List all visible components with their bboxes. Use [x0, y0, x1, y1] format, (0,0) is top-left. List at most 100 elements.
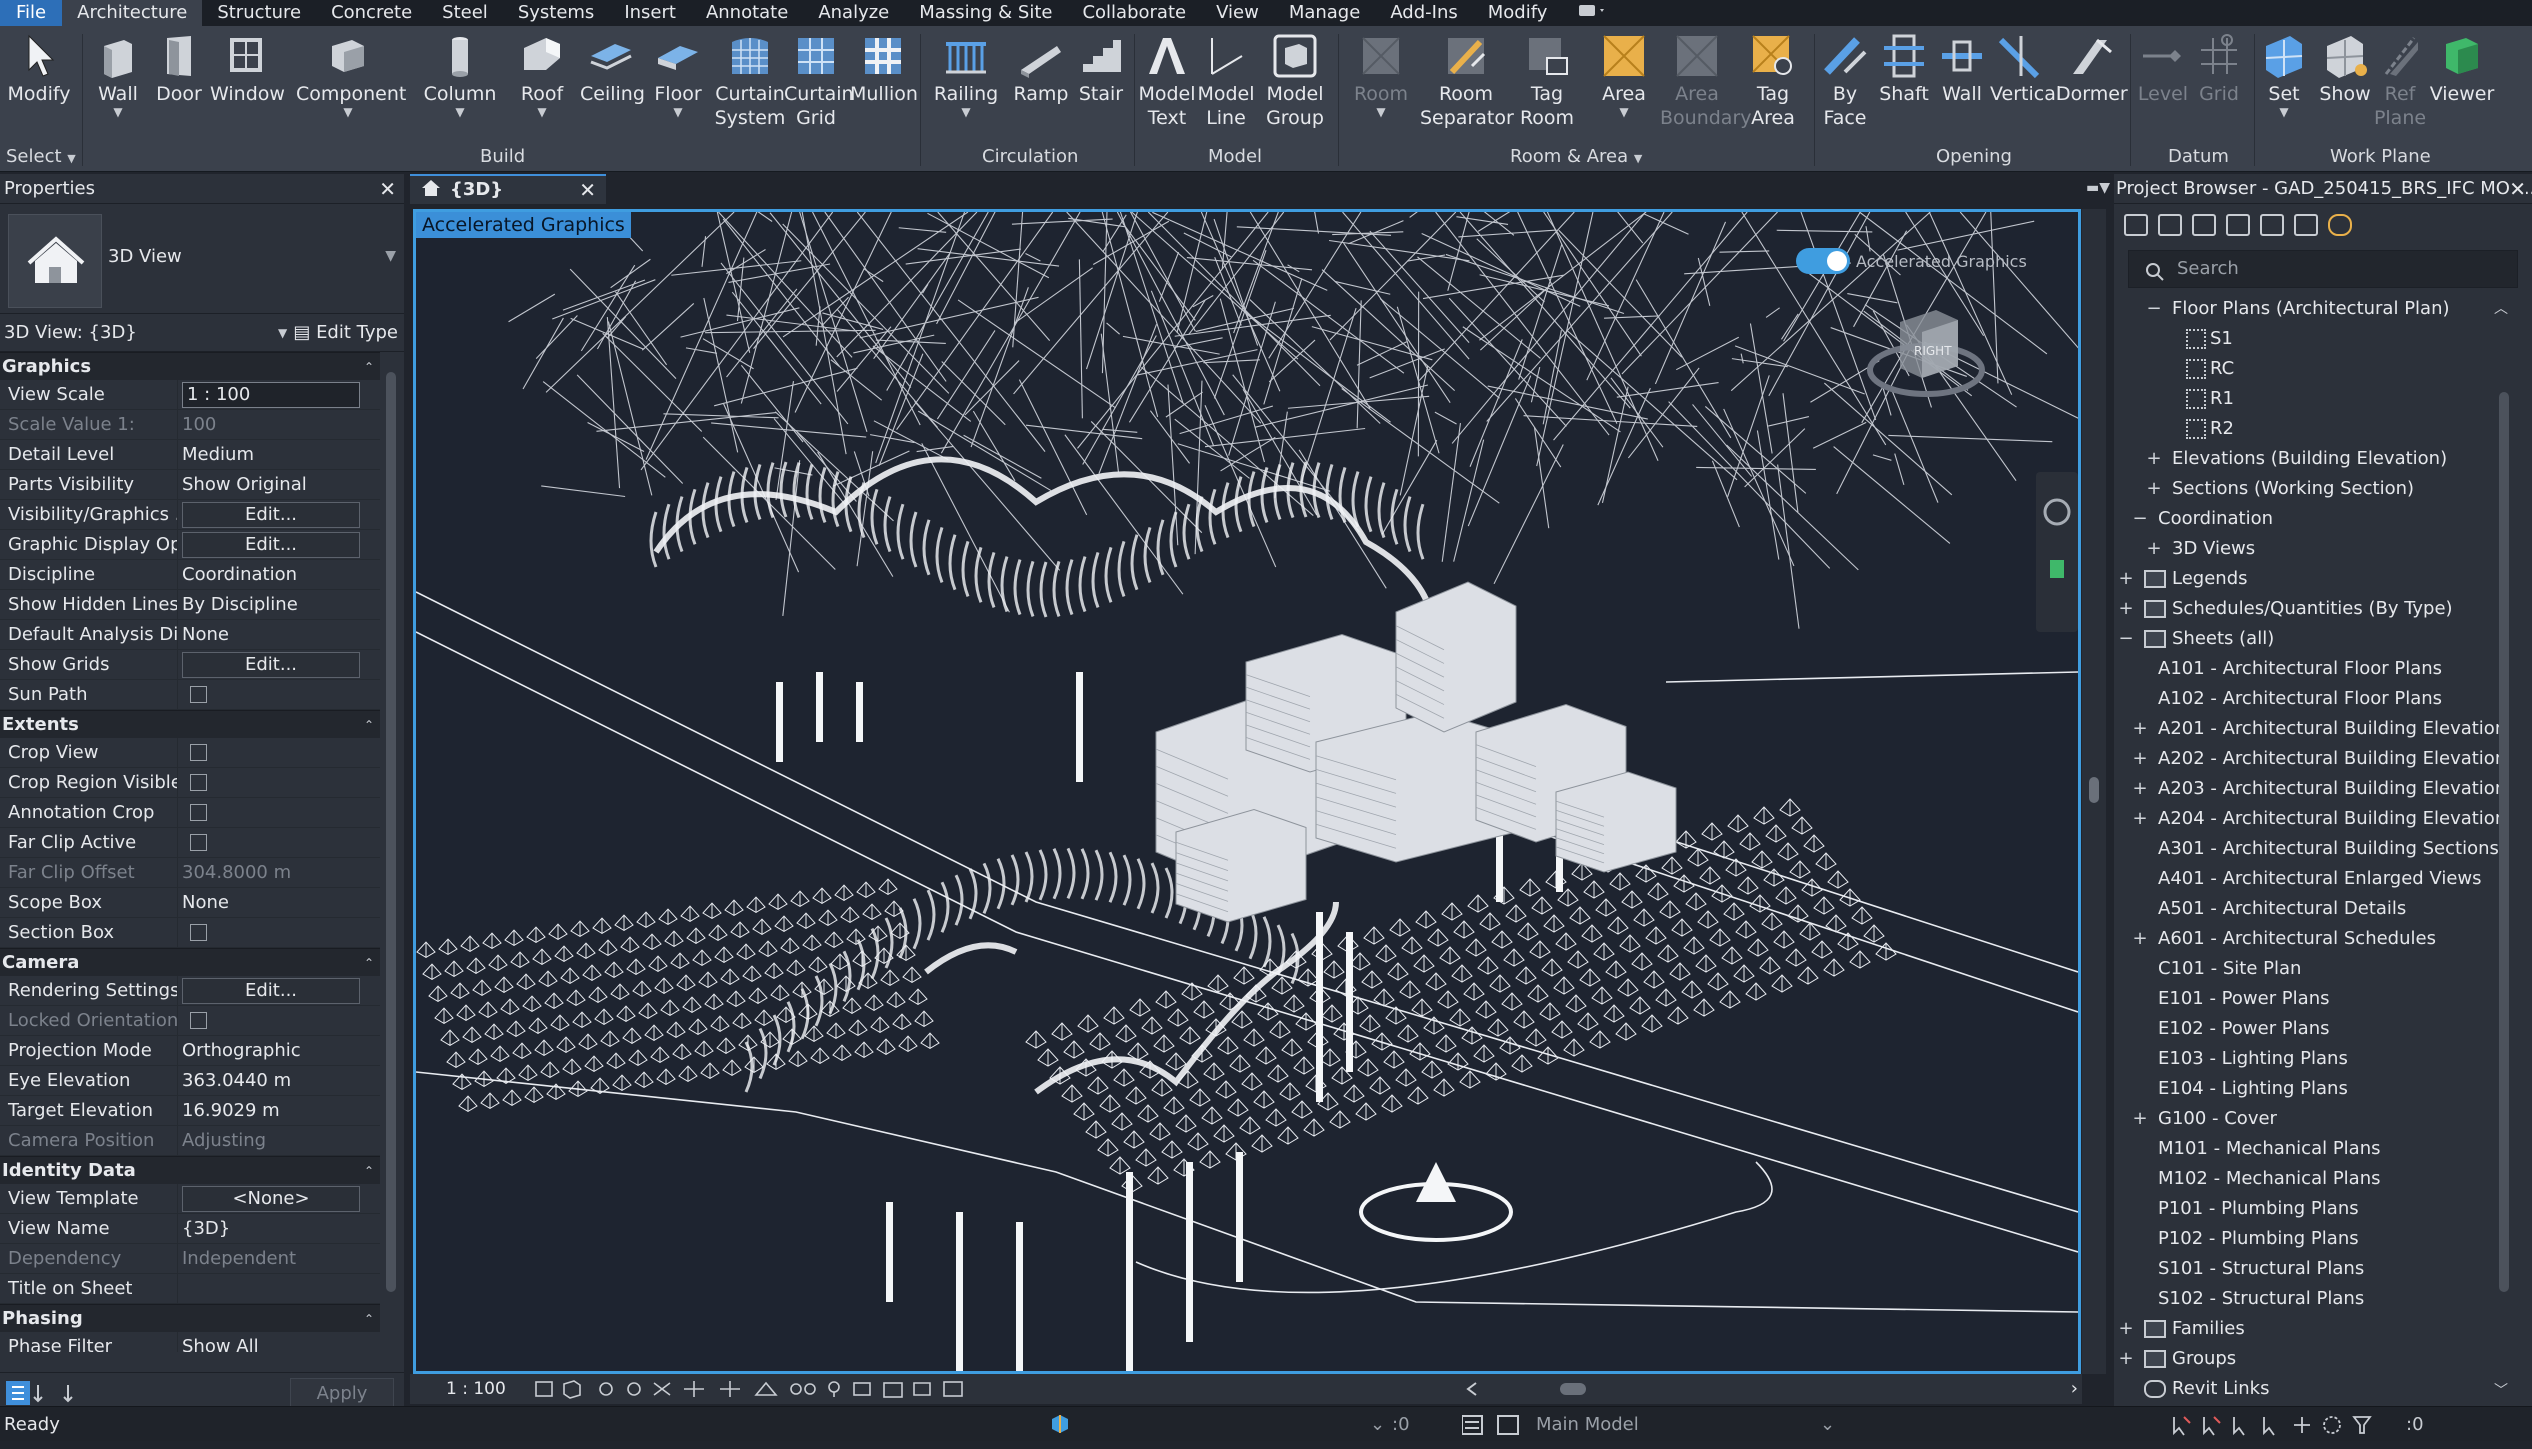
- menu-add-ins[interactable]: Add-Ins: [1375, 0, 1472, 26]
- property-checkbox[interactable]: [190, 924, 207, 941]
- viewer-button[interactable]: Viewer: [2428, 32, 2496, 106]
- model-text-button[interactable]: ModelText: [1136, 32, 1198, 130]
- ceiling-button[interactable]: Ceiling: [580, 32, 642, 106]
- expand-collapse-icon[interactable]: +: [2118, 564, 2134, 594]
- scrollbar-thumb[interactable]: [2499, 392, 2509, 1292]
- design-options-icon[interactable]: [1462, 1413, 1522, 1448]
- property-checkbox[interactable]: [190, 804, 207, 821]
- vertical-opening-button[interactable]: Vertical: [1990, 32, 2052, 106]
- menu-collaborate[interactable]: Collaborate: [1067, 0, 1201, 26]
- browser-tree-item[interactable]: E102 - Power Plans: [2114, 1014, 2504, 1044]
- browser-tree-item[interactable]: +G100 - Cover: [2114, 1104, 2504, 1134]
- area-button[interactable]: Area▼: [1594, 32, 1654, 118]
- door-button[interactable]: Door: [154, 32, 204, 106]
- browser-tree-item[interactable]: −Sheets (all): [2114, 624, 2504, 654]
- property-edit-button[interactable]: <None>: [182, 1186, 360, 1212]
- expand-collapse-icon[interactable]: +: [2132, 804, 2148, 834]
- properties-section-header[interactable]: Extents⌃: [0, 710, 380, 738]
- property-checkbox[interactable]: [190, 774, 207, 791]
- browser-tree-item[interactable]: P101 - Plumbing Plans: [2114, 1194, 2504, 1224]
- browser-view-icon[interactable]: [2158, 214, 2182, 236]
- property-value-cell[interactable]: <None>: [178, 1184, 380, 1213]
- expand-collapse-icon[interactable]: +: [2146, 444, 2162, 474]
- level-button[interactable]: Level: [2134, 32, 2192, 106]
- properties-scrollbar[interactable]: [382, 352, 400, 1352]
- browser-schedule-icon[interactable]: [2192, 214, 2216, 236]
- browser-tree-item[interactable]: Revit Links: [2114, 1374, 2504, 1404]
- close-icon[interactable]: ✕: [579, 176, 596, 204]
- ref-plane-button[interactable]: RefPlane: [2372, 32, 2428, 130]
- dormer-button[interactable]: Dormer: [2056, 32, 2126, 106]
- horizontal-scroll-thumb[interactable]: [1560, 1383, 1586, 1395]
- property-edit-button[interactable]: Edit...: [182, 978, 360, 1004]
- property-edit-button[interactable]: Edit...: [182, 652, 360, 678]
- browser-tree-item[interactable]: +Sections (Working Section): [2114, 474, 2504, 504]
- property-value-cell[interactable]: 363.0440 m: [178, 1066, 380, 1095]
- properties-section-header[interactable]: Camera⌃: [0, 948, 380, 976]
- camera-dropdown-icon[interactable]: [1562, 0, 1622, 26]
- browser-tree-item[interactable]: +A203 - Architectural Building Elevation…: [2114, 774, 2504, 804]
- expand-collapse-icon[interactable]: −: [2118, 624, 2134, 654]
- expand-collapse-icon[interactable]: +: [2118, 1314, 2134, 1344]
- collapse-icon[interactable]: ⌃: [364, 949, 374, 977]
- browser-tree-item[interactable]: R2: [2114, 414, 2504, 444]
- property-value-cell[interactable]: [178, 1274, 380, 1303]
- edit-type-button[interactable]: ▤ Edit Type: [293, 314, 398, 352]
- property-value-cell[interactable]: 16.9029 m: [178, 1096, 380, 1125]
- accelerated-graphics-toggle[interactable]: Accelerated Graphics: [1796, 248, 2027, 274]
- browser-tree-item[interactable]: +3D Views: [2114, 534, 2504, 564]
- expand-collapse-icon[interactable]: +: [2118, 594, 2134, 624]
- component-button[interactable]: Component▼: [296, 32, 400, 118]
- view-cube[interactable]: RIGHT: [1866, 292, 1986, 402]
- scroll-down-icon[interactable]: ﹀: [2494, 1380, 2508, 1400]
- menu-concrete[interactable]: Concrete: [316, 0, 427, 26]
- property-checkbox[interactable]: [190, 834, 207, 851]
- property-value-cell[interactable]: Show Original: [178, 470, 380, 499]
- browser-tree-item[interactable]: R1: [2114, 384, 2504, 414]
- properties-help-icon[interactable]: [6, 1381, 86, 1409]
- menu-insert[interactable]: Insert: [609, 0, 691, 26]
- browser-sheet-icon[interactable]: [2226, 214, 2250, 236]
- wall-button[interactable]: Wall▼: [90, 32, 146, 118]
- browser-tree-item[interactable]: S102 - Structural Plans: [2114, 1284, 2504, 1314]
- property-value-cell[interactable]: [178, 680, 380, 709]
- browser-family-icon[interactable]: [2260, 214, 2284, 236]
- expand-collapse-icon[interactable]: +: [2146, 534, 2162, 564]
- property-value-cell[interactable]: By Discipline: [178, 590, 380, 619]
- browser-tree-item[interactable]: E104 - Lighting Plans: [2114, 1074, 2504, 1104]
- tab-overflow-icon[interactable]: ▬▼: [2086, 180, 2110, 196]
- shaft-button[interactable]: Shaft: [1874, 32, 1934, 106]
- property-checkbox[interactable]: [190, 744, 207, 761]
- collapse-icon[interactable]: ⌃: [364, 1157, 374, 1185]
- browser-home-icon[interactable]: [2124, 214, 2148, 236]
- collapse-icon[interactable]: ⌃: [364, 1305, 374, 1333]
- browser-tree-item[interactable]: A102 - Architectural Floor Plans: [2114, 684, 2504, 714]
- opening-wall-button[interactable]: Wall: [1934, 32, 1990, 106]
- property-value-cell[interactable]: Medium: [178, 440, 380, 469]
- selection-filter-icons[interactable]: [2170, 1413, 2410, 1449]
- viewport-vertical-scrollbar[interactable]: [2082, 209, 2106, 1374]
- browser-tree-item[interactable]: M101 - Mechanical Plans: [2114, 1134, 2504, 1164]
- menu-steel[interactable]: Steel: [427, 0, 503, 26]
- browser-tree-item[interactable]: +Families: [2114, 1314, 2504, 1344]
- railing-button[interactable]: Railing▼: [930, 32, 1002, 118]
- browser-tree-item[interactable]: −Coordination: [2114, 504, 2504, 534]
- scrollbar-thumb[interactable]: [2089, 777, 2099, 803]
- curtain-grid-button[interactable]: CurtainGrid: [784, 32, 848, 130]
- property-value-cell[interactable]: Edit...: [178, 976, 380, 1005]
- menu-structure[interactable]: Structure: [202, 0, 316, 26]
- browser-tree-item[interactable]: +Legends: [2114, 564, 2504, 594]
- close-icon[interactable]: ✕: [379, 174, 396, 204]
- grid-button[interactable]: Grid: [2190, 32, 2248, 106]
- browser-group-icon[interactable]: [2294, 214, 2318, 236]
- menu-analyze[interactable]: Analyze: [803, 0, 904, 26]
- room-separator-button[interactable]: RoomSeparator: [1420, 32, 1512, 130]
- property-value-cell[interactable]: [178, 918, 380, 947]
- floor-button[interactable]: Floor▼: [650, 32, 706, 118]
- apply-button[interactable]: Apply: [290, 1378, 394, 1408]
- menu-view[interactable]: View: [1201, 0, 1274, 26]
- browser-tree-item[interactable]: M102 - Mechanical Plans: [2114, 1164, 2504, 1194]
- menu-architecture[interactable]: Architecture: [62, 0, 202, 26]
- property-value-cell[interactable]: [178, 828, 380, 857]
- 3d-viewport[interactable]: Accelerated Graphics Accelerated Graphic…: [413, 209, 2081, 1374]
